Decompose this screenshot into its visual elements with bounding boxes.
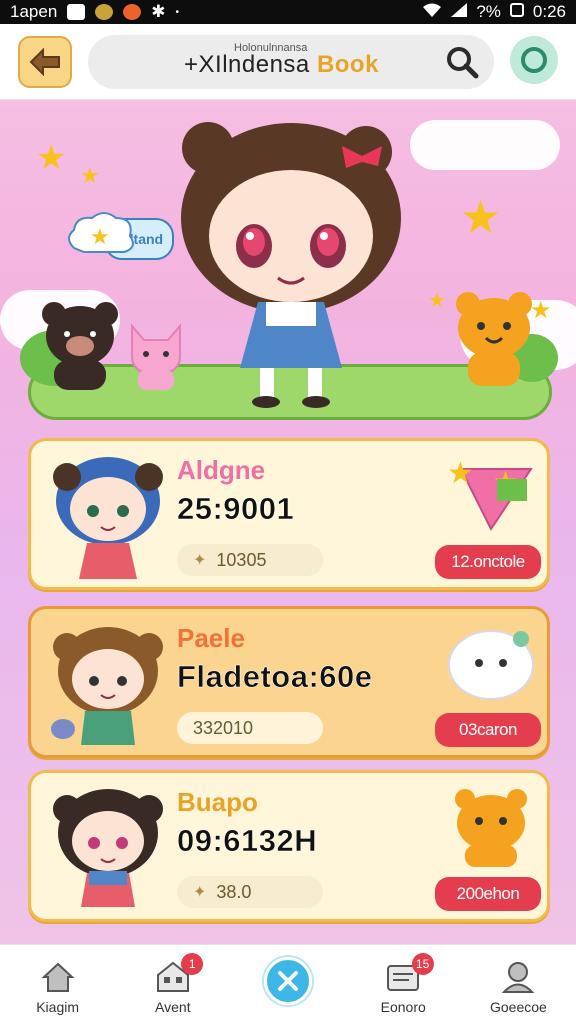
profile-icon <box>500 959 536 995</box>
carrier-label: 1apen <box>10 2 58 21</box>
card-stat-value: 332010 <box>193 717 254 738</box>
dot-icon: • <box>175 6 180 18</box>
arrow-left-icon <box>29 48 60 76</box>
profile-button[interactable] <box>510 36 558 84</box>
card-value: 09:6132H <box>177 823 318 859</box>
wifi-icon <box>422 2 442 23</box>
hero-banner: Bdtand ★ ★ ★ ★ ★ ★ <box>0 100 576 430</box>
card-name: Paele <box>177 623 245 653</box>
profile-ring-icon <box>521 47 547 73</box>
center-action-button[interactable] <box>264 957 312 1005</box>
star-icon: ★ <box>460 190 502 244</box>
nav-profile[interactable]: Goeecoe <box>461 945 576 1024</box>
cloud-decoration <box>410 120 560 170</box>
card-name: Buapo <box>177 787 258 817</box>
card-value: Fladetoa:60e <box>177 659 373 695</box>
star-icon: ✦ <box>193 884 207 901</box>
clock: 0:26 <box>532 2 566 21</box>
avatar <box>51 627 163 745</box>
svg-text:★: ★ <box>447 456 474 491</box>
nav-store[interactable]: 1 Avent <box>115 945 230 1024</box>
main-character <box>181 122 401 408</box>
character-card[interactable]: Buapo 09:6132H ✦ 38.0 200ehon <box>28 770 550 922</box>
nav-label: Kiagim <box>36 999 79 1015</box>
card-value: 25:9001 <box>177 491 295 527</box>
character-card[interactable]: Aldgne 25:9001 ✦ 10305 ★ ★ 12.onctole <box>28 438 550 590</box>
battery-label: ?% <box>476 2 501 21</box>
fox-icon <box>123 4 142 20</box>
nav-inbox[interactable]: 15 Eonoro <box>346 945 461 1024</box>
search-title-accent: Book <box>316 51 379 78</box>
card-name: Aldgne <box>177 455 266 485</box>
card-stat: 332010 <box>177 712 323 744</box>
card-action-button[interactable]: 03caron <box>435 713 541 747</box>
avatar <box>53 457 163 579</box>
orange-bear-character <box>456 292 532 386</box>
card-stat: ✦ 10305 <box>177 544 323 576</box>
card-stat-value: 10305 <box>216 549 267 570</box>
star-icon: ✦ <box>193 552 207 569</box>
svg-text:★: ★ <box>90 225 110 250</box>
cloud-star-icon: ★ <box>68 212 134 253</box>
star-icon: ★ <box>428 288 446 312</box>
home-icon <box>40 959 76 995</box>
card-action-button[interactable]: 12.onctole <box>435 545 541 579</box>
nav-center[interactable] <box>230 945 345 1024</box>
app-icon <box>95 4 114 20</box>
card-stat: ✦ 38.0 <box>177 876 323 908</box>
card-stat-value: 38.0 <box>216 881 252 902</box>
top-bar: Holonulnnansa +XIlndensa Book <box>0 24 576 100</box>
signal-icon <box>450 2 468 23</box>
avatar <box>53 789 163 907</box>
bottom-nav: Kiagim 1 Avent 15 Eonoro Goeecoe <box>0 944 576 1024</box>
nav-label: Eonoro <box>380 999 426 1015</box>
nav-label: Goeecoe <box>490 999 547 1015</box>
search-icon[interactable] <box>444 44 480 80</box>
search-input[interactable]: Holonulnnansa +XIlndensa Book <box>88 35 494 89</box>
notification-badge: 1 <box>181 953 204 975</box>
nav-label: Avent <box>155 999 191 1015</box>
character-card[interactable]: Paele Fladetoa:60e 332010 03caron <box>28 606 550 758</box>
star-icon: ★ <box>80 164 100 189</box>
bear-character <box>42 302 118 390</box>
battery-icon <box>509 2 525 23</box>
bear-pet-icon <box>455 789 527 867</box>
pinwheel-icon: ✱ <box>151 2 166 21</box>
notification-badge: 15 <box>411 953 434 975</box>
back-button[interactable] <box>18 36 72 88</box>
close-icon <box>278 971 298 991</box>
search-title-main: +XIlndensa <box>184 51 317 78</box>
nav-home[interactable]: Kiagim <box>0 945 115 1024</box>
status-bar: 1apen ✱ • ?% 0:26 <box>0 0 576 24</box>
notification-icon <box>67 4 86 20</box>
cloud-pet-icon <box>448 630 534 700</box>
heart-star-icon: ★ ★ <box>447 456 533 531</box>
card-action-button[interactable]: 200ehon <box>435 877 541 911</box>
star-icon: ★ <box>36 138 67 178</box>
search-title: +XIlndensa Book <box>184 51 379 79</box>
